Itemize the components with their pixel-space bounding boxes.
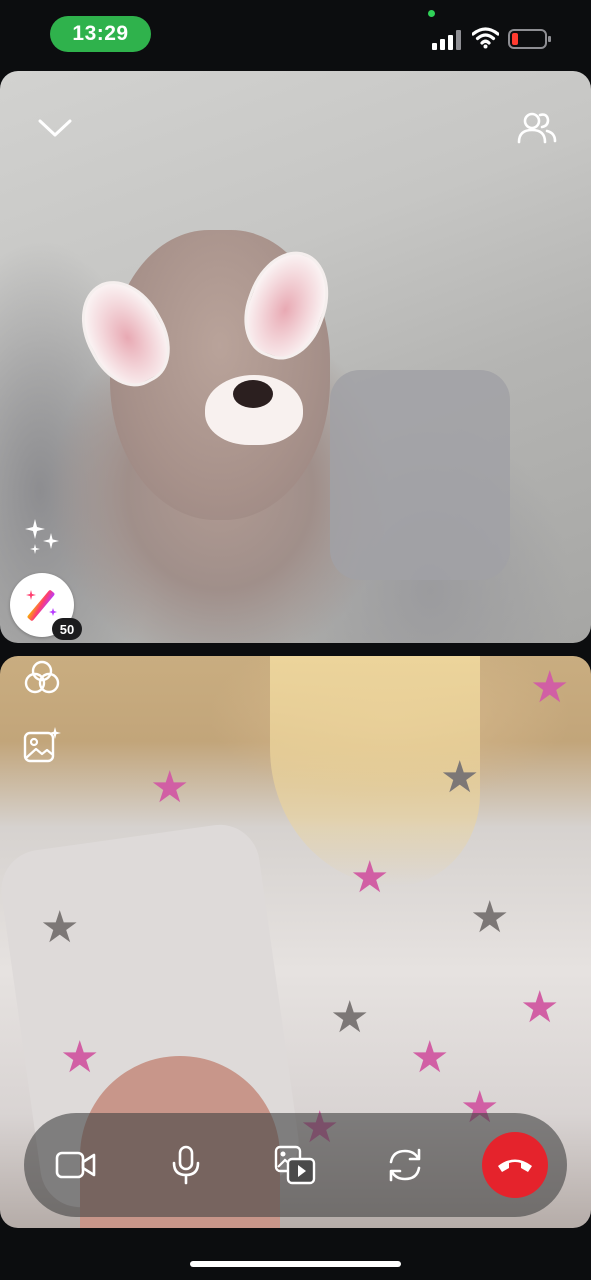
home-indicator[interactable] <box>190 1261 401 1267</box>
robe-star-pattern: ★ <box>40 903 80 952</box>
end-call-icon <box>498 1159 532 1172</box>
robe-star-pattern: ★ <box>440 753 480 802</box>
people-icon <box>517 112 557 144</box>
robe-star-pattern: ★ <box>60 1033 100 1082</box>
participants-button[interactable] <box>512 106 562 148</box>
filters-button[interactable] <box>20 656 64 700</box>
robe-star-pattern: ★ <box>150 763 190 812</box>
robe-star-pattern: ★ <box>530 663 570 712</box>
robe-star-pattern: ★ <box>410 1033 450 1082</box>
battery-low-icon <box>508 29 551 49</box>
flip-camera-icon <box>389 1148 421 1182</box>
robe-star-pattern: ★ <box>470 893 510 942</box>
video-toggle-button[interactable] <box>46 1135 106 1195</box>
image-sparkle-icon <box>23 727 61 763</box>
chevron-down-icon <box>38 119 72 137</box>
dog-nose-filter <box>233 380 273 408</box>
camera-in-use-indicator <box>428 10 435 17</box>
magic-wand-icon <box>26 590 57 621</box>
status-bar: 13:29 <box>0 0 591 66</box>
video-call-screen: 13:29 50 ★ ★ ★ ★ ★ ★ ★ ★ ★ ★ ★ <box>0 0 591 1280</box>
backdrop-button[interactable] <box>20 723 64 767</box>
pillow <box>330 370 510 580</box>
microphone-toggle-button[interactable] <box>156 1135 216 1195</box>
microphone-icon <box>172 1145 200 1185</box>
robe-star-pattern: ★ <box>330 993 370 1042</box>
robe-star-pattern: ★ <box>520 983 560 1032</box>
status-time[interactable]: 13:29 <box>50 16 151 52</box>
sparkles-icon <box>25 519 59 554</box>
share-media-button[interactable] <box>265 1135 325 1195</box>
wifi-icon <box>472 27 499 49</box>
cellular-signal-icon <box>432 30 461 50</box>
magic-effects-count-badge: 50 <box>52 618 82 640</box>
filters-icon <box>24 660 60 694</box>
collapse-button[interactable] <box>30 108 80 148</box>
effects-button[interactable] <box>18 512 68 562</box>
video-camera-icon <box>55 1151 96 1179</box>
end-call-button[interactable] <box>482 1132 548 1198</box>
media-share-icon <box>274 1145 316 1185</box>
robe-star-pattern: ★ <box>350 853 390 902</box>
flip-camera-button[interactable] <box>375 1135 435 1195</box>
